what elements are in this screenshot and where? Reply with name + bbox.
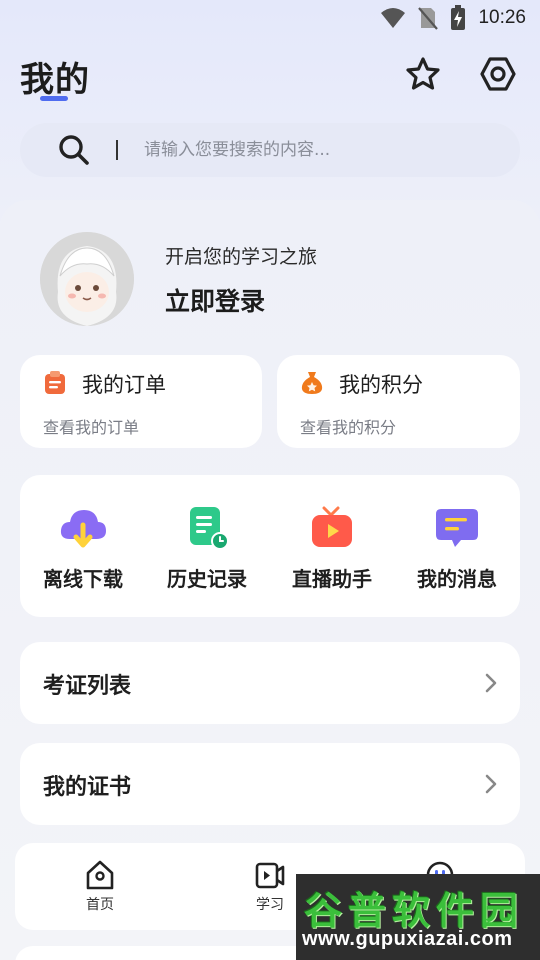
- my-messages-item[interactable]: 我的消息: [402, 505, 512, 595]
- favorites-button[interactable]: [403, 54, 443, 94]
- offline-download-label: 离线下载: [43, 567, 123, 591]
- settings-button[interactable]: [478, 54, 518, 94]
- watermark-url: www.gupuxiazai.com: [302, 928, 513, 950]
- offline-download-item[interactable]: 离线下载: [28, 505, 138, 595]
- certification-list-label: 考证列表: [43, 674, 132, 699]
- star-icon: [406, 57, 440, 90]
- my-orders-subtitle: 查看我的订单: [43, 418, 140, 437]
- my-certificates-item[interactable]: 我的证书: [20, 743, 520, 825]
- nav-home-label: 首页: [86, 897, 114, 913]
- title-underline: [40, 96, 68, 101]
- video-learn-icon: [254, 859, 286, 891]
- no-sim-icon: [418, 6, 439, 30]
- search-icon: [58, 134, 90, 166]
- settings-icon: [480, 57, 516, 91]
- header: 我的: [20, 48, 520, 108]
- login-button[interactable]: 立即登录: [165, 282, 265, 318]
- search-input[interactable]: [144, 140, 444, 160]
- live-assistant-label: 直播助手: [292, 567, 372, 591]
- my-orders-card[interactable]: 我的订单 查看我的订单: [20, 355, 262, 448]
- my-points-title: 我的积分: [339, 373, 423, 397]
- history-label: 历史记录: [167, 567, 247, 591]
- live-tv-icon: [307, 505, 357, 551]
- my-orders-title: 我的订单: [82, 373, 166, 397]
- login-subtitle: 开启您的学习之旅: [165, 246, 318, 268]
- nav-learn-label: 学习: [256, 897, 284, 913]
- status-bar: 10:26: [0, 0, 540, 36]
- live-assistant-item[interactable]: 直播助手: [277, 505, 387, 595]
- page-title: 我的: [20, 60, 90, 100]
- home-icon: [84, 859, 116, 891]
- history-item[interactable]: 历史记录: [152, 505, 262, 595]
- clipboard-icon: [44, 371, 66, 395]
- wifi-icon: [380, 7, 406, 29]
- text-caret: [116, 140, 118, 160]
- status-time: 10:26: [478, 7, 526, 28]
- my-points-subtitle: 查看我的积分: [300, 418, 397, 437]
- watermark: 谷普软件园 www.gupuxiazai.com: [296, 874, 540, 960]
- tools-card: 离线下载 历史记录 直播助手 我的消息: [20, 475, 520, 617]
- nav-home[interactable]: 首页: [70, 859, 130, 914]
- battery-charging-icon: [450, 5, 466, 31]
- coin-bag-icon: [301, 371, 323, 395]
- chevron-right-icon: [484, 672, 498, 694]
- cloud-download-icon: [58, 505, 108, 551]
- my-certificates-label: 我的证书: [43, 775, 132, 800]
- avatar[interactable]: [40, 232, 134, 326]
- watermark-title: 谷普软件园: [304, 889, 525, 933]
- chevron-right-icon: [484, 773, 498, 795]
- message-icon: [432, 505, 482, 551]
- history-doc-icon: [182, 505, 232, 551]
- search-bar[interactable]: [20, 123, 520, 177]
- my-points-card[interactable]: 我的积分 查看我的积分: [277, 355, 520, 448]
- certification-list-item[interactable]: 考证列表: [20, 642, 520, 724]
- my-messages-label: 我的消息: [417, 567, 497, 591]
- nav-learn[interactable]: 学习: [240, 859, 300, 914]
